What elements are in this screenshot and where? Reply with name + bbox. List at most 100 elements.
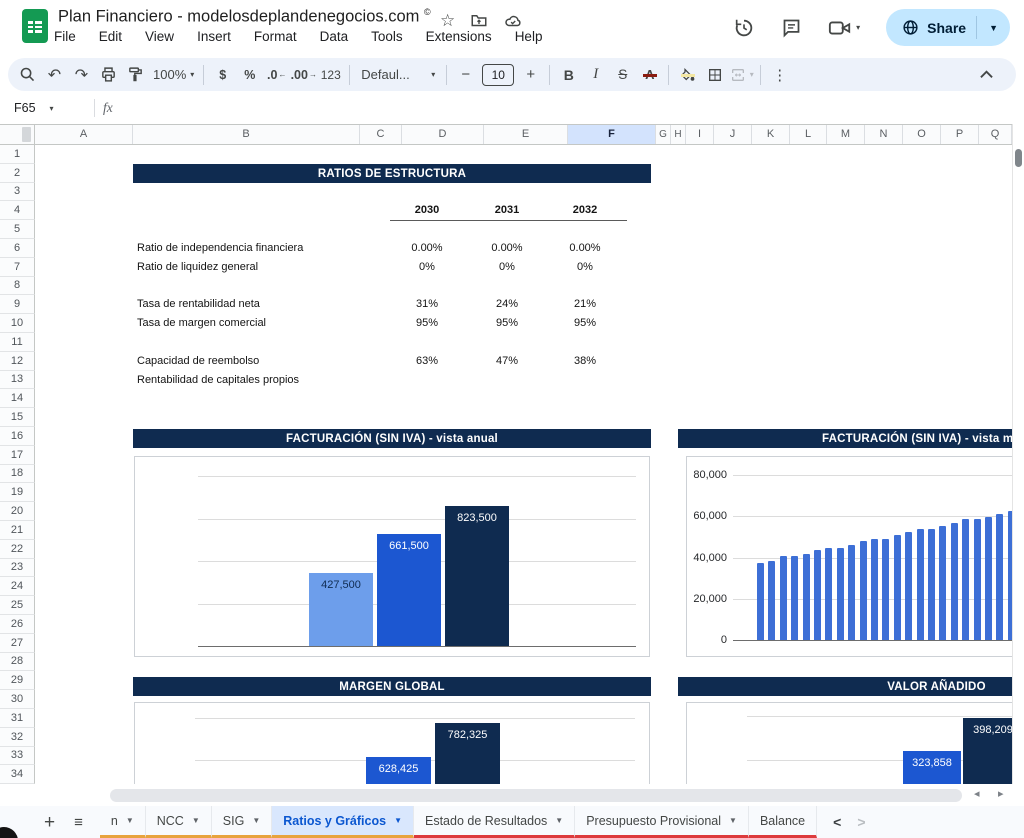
- row-header-26[interactable]: 26: [0, 615, 35, 634]
- scroll-right-icon[interactable]: ▸: [998, 787, 1004, 800]
- ratio-value[interactable]: 0.00%: [550, 239, 620, 258]
- sheets-logo-icon[interactable]: [22, 9, 48, 43]
- chart4-title-cell[interactable]: VALOR AÑADIDO: [678, 677, 1024, 696]
- column-header-N[interactable]: N: [865, 125, 903, 144]
- row-header-24[interactable]: 24: [0, 577, 35, 596]
- bold-button[interactable]: B: [555, 61, 582, 88]
- cloud-status-icon[interactable]: [503, 12, 523, 30]
- format-percent-button[interactable]: %: [236, 61, 263, 88]
- column-header-G[interactable]: G: [656, 125, 671, 144]
- ratio-value[interactable]: 95%: [472, 314, 542, 333]
- column-header-I[interactable]: I: [686, 125, 714, 144]
- row-header-27[interactable]: 27: [0, 634, 35, 653]
- row-header-9[interactable]: 9: [0, 295, 35, 314]
- previous-sheets-icon[interactable]: <: [833, 814, 841, 830]
- menu-help[interactable]: Help: [515, 29, 543, 44]
- ratio-label[interactable]: Ratio de liquidez general: [137, 258, 258, 277]
- all-sheets-icon[interactable]: ≡: [74, 814, 83, 831]
- row-header-30[interactable]: 30: [0, 690, 35, 709]
- chart-facturacion-anual[interactable]: 427,500661,500823,500: [134, 456, 650, 657]
- row-header-21[interactable]: 21: [0, 521, 35, 540]
- decrease-font-size-button[interactable]: −: [452, 61, 479, 88]
- ratio-value[interactable]: 21%: [550, 295, 620, 314]
- column-header-M[interactable]: M: [827, 125, 865, 144]
- ratio-value[interactable]: 24%: [472, 295, 542, 314]
- scroll-left-icon[interactable]: ◂: [974, 787, 980, 800]
- ratio-value[interactable]: 63%: [392, 352, 462, 371]
- ratio-value[interactable]: 38%: [550, 352, 620, 371]
- next-sheets-icon[interactable]: >: [857, 814, 865, 830]
- chart1-title-cell[interactable]: FACTURACIÓN (SIN IVA) - vista anual: [133, 429, 651, 448]
- column-header-E[interactable]: E: [484, 125, 568, 144]
- row-header-28[interactable]: 28: [0, 653, 35, 672]
- sheet-tab-ncc[interactable]: NCC▼: [146, 806, 212, 838]
- row-header-29[interactable]: 29: [0, 671, 35, 690]
- ratio-value[interactable]: 0%: [550, 258, 620, 277]
- year-header-2030[interactable]: 2030: [392, 201, 462, 220]
- tab-menu-arrow[interactable]: ▼: [729, 816, 737, 825]
- row-header-7[interactable]: 7: [0, 258, 35, 277]
- collapse-toolbar-icon[interactable]: [973, 61, 1000, 88]
- star-icon[interactable]: ☆: [440, 11, 455, 31]
- search-icon[interactable]: [14, 61, 41, 88]
- vertical-scrollbar[interactable]: [1012, 124, 1024, 784]
- menu-file[interactable]: File: [54, 29, 76, 44]
- document-title[interactable]: Plan Financiero - modelosdeplandenegocio…: [58, 7, 431, 27]
- row-header-31[interactable]: 31: [0, 709, 35, 728]
- row-header-8[interactable]: 8: [0, 277, 35, 296]
- more-toolbar-options-button[interactable]: ⋮: [766, 61, 793, 88]
- sheet-tab-presupuesto-provisional[interactable]: Presupuesto Provisional▼: [575, 806, 749, 838]
- column-header-D[interactable]: D: [402, 125, 484, 144]
- chart3-title-cell[interactable]: MARGEN GLOBAL: [133, 677, 651, 696]
- row-header-3[interactable]: 3: [0, 183, 35, 202]
- row-header-34[interactable]: 34: [0, 765, 35, 784]
- column-header-J[interactable]: J: [714, 125, 752, 144]
- row-header-12[interactable]: 12: [0, 352, 35, 371]
- sheet-tab-sig[interactable]: SIG▼: [212, 806, 272, 838]
- horizontal-scrollbar-thumb[interactable]: [110, 789, 962, 802]
- more-formats-button[interactable]: 123: [317, 61, 344, 88]
- menu-format[interactable]: Format: [254, 29, 297, 44]
- column-header-C[interactable]: C: [360, 125, 402, 144]
- column-header-A[interactable]: A: [35, 125, 133, 144]
- tab-menu-arrow[interactable]: ▼: [126, 816, 134, 825]
- ratio-label[interactable]: Ratio de independencia financiera: [137, 239, 303, 258]
- menu-view[interactable]: View: [145, 29, 174, 44]
- ratio-label[interactable]: Rentabilidad de capitales propios: [137, 371, 299, 390]
- menu-data[interactable]: Data: [320, 29, 349, 44]
- row-header-19[interactable]: 19: [0, 483, 35, 502]
- row-header-6[interactable]: 6: [0, 239, 35, 258]
- row-header-33[interactable]: 33: [0, 747, 35, 766]
- row-header-23[interactable]: 23: [0, 559, 35, 578]
- column-header-Q[interactable]: Q: [979, 125, 1012, 144]
- sheet-tab-n[interactable]: n▼: [100, 806, 146, 838]
- row-header-5[interactable]: 5: [0, 220, 35, 239]
- row-header-25[interactable]: 25: [0, 596, 35, 615]
- row-header-15[interactable]: 15: [0, 408, 35, 427]
- cell-name-box[interactable]: F65▾: [0, 101, 92, 115]
- sheet-tab-balance[interactable]: Balance: [749, 806, 817, 838]
- move-folder-icon[interactable]: [470, 12, 488, 30]
- paint-format-icon[interactable]: [122, 61, 149, 88]
- increase-decimals-button[interactable]: .00→: [290, 61, 317, 88]
- row-header-4[interactable]: 4: [0, 201, 35, 220]
- ratio-label[interactable]: Tasa de rentabilidad neta: [137, 295, 260, 314]
- meet-dropdown-arrow[interactable]: ▾: [856, 23, 860, 32]
- zoom-select[interactable]: 100%▾: [149, 61, 198, 88]
- share-button[interactable]: Share ▼: [886, 9, 1010, 46]
- italic-button[interactable]: I: [582, 61, 609, 88]
- menu-extensions[interactable]: Extensions: [426, 29, 492, 44]
- row-header-20[interactable]: 20: [0, 502, 35, 521]
- ratio-label[interactable]: Tasa de margen comercial: [137, 314, 266, 333]
- ratio-value[interactable]: 31%: [392, 295, 462, 314]
- increase-font-size-button[interactable]: +: [517, 61, 544, 88]
- meet-video-icon[interactable]: ▾: [828, 18, 860, 38]
- column-header-L[interactable]: L: [790, 125, 827, 144]
- comment-icon[interactable]: [781, 17, 802, 38]
- menu-insert[interactable]: Insert: [197, 29, 231, 44]
- menu-edit[interactable]: Edit: [99, 29, 122, 44]
- version-history-icon[interactable]: [733, 17, 755, 39]
- sheet-tab-estado-de-resultados[interactable]: Estado de Resultados▼: [414, 806, 575, 838]
- font-select[interactable]: Defaul...▾: [355, 61, 441, 88]
- row-header-16[interactable]: 16: [0, 427, 35, 446]
